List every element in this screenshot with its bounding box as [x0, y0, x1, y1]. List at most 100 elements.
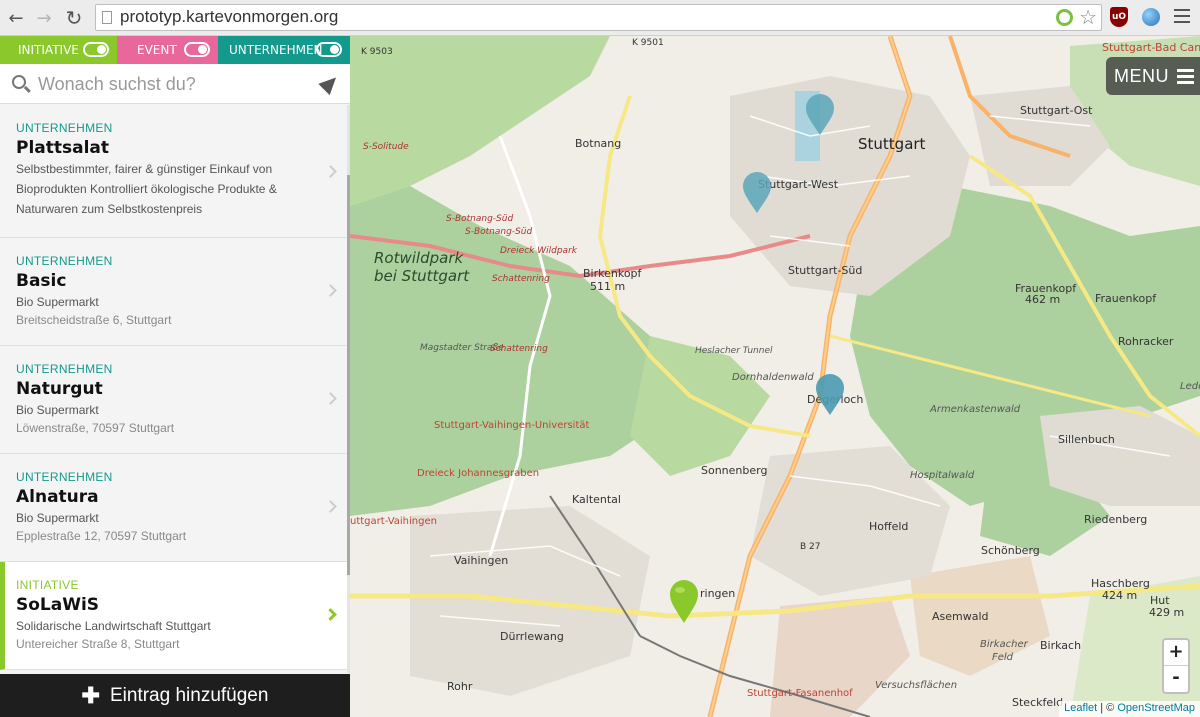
entry-description: Selbstbestimmter, fairer & günstiger Ein… [16, 162, 277, 216]
add-entry-label: Eintrag hinzufügen [109, 684, 269, 706]
map-label: Birkach [1040, 639, 1082, 652]
map-label: K 9501 [632, 38, 664, 48]
list-item[interactable]: UNTERNEHMEN Naturgut Bio Supermarkt Löwe… [0, 346, 347, 454]
map-label: Versuchsflächen [875, 680, 958, 691]
map-label: Steckfeld [1012, 696, 1064, 709]
entry-address: Epplestraße 12, 70597 Stuttgart [16, 529, 187, 543]
entry-description: Bio Supermarkt [16, 403, 99, 417]
list-item[interactable]: UNTERNEHMEN Plattsalat Selbstbestimmter,… [0, 105, 347, 238]
map-label: 424 m [1102, 589, 1138, 602]
entry-description: Bio Supermarkt [16, 295, 99, 309]
filter-event-label: EVENT [137, 43, 177, 57]
map-label: Dornhaldenwald [732, 372, 814, 383]
entry-category: UNTERNEHMEN [16, 254, 113, 268]
map-label: S-Botnang-Süd [446, 214, 514, 224]
map-label: Vaihingen [454, 554, 509, 567]
list-item-selected[interactable]: INITIATIVE SoLaWiS Solidarische Landwirt… [0, 562, 347, 670]
map-label: Feld [992, 652, 1014, 663]
map-label: Birkacher [980, 639, 1028, 650]
map-label: Stuttgart [858, 135, 926, 153]
entry-name: Basic [16, 271, 67, 291]
map-marker-initiative[interactable] [669, 580, 699, 624]
map-label: Dreieck Wildpark [500, 246, 577, 256]
map-marker-unternehmen[interactable] [815, 374, 845, 416]
map-label: Stuttgart-Süd [788, 264, 863, 277]
map-label: K 9503 [361, 47, 393, 57]
entry-address: Untereicher Straße 8, Stuttgart [16, 637, 180, 651]
ublock-icon[interactable]: uO [1110, 7, 1128, 27]
plus-icon: ✚ [81, 682, 100, 708]
filter-unternehmen[interactable]: UNTERNEHMEN [218, 36, 350, 64]
search-input[interactable] [38, 71, 308, 97]
map-label: Kaltental [572, 493, 621, 506]
entry-name: Alnatura [16, 487, 99, 507]
attribution-separator: | © [1097, 702, 1118, 714]
menu-label: MENU [1114, 65, 1169, 86]
map-label: Stuttgart-Ost [1020, 104, 1093, 117]
map-label: S-Solitude [363, 142, 409, 152]
map-label: B 27 [800, 542, 821, 552]
map-label: 462 m [1025, 293, 1061, 306]
zoom-out-button[interactable]: - [1164, 666, 1188, 692]
filter-event-toggle[interactable] [184, 42, 210, 57]
filter-unternehmen-toggle[interactable] [316, 42, 342, 57]
page-icon [102, 11, 112, 24]
map-label: Armenkastenwald [930, 404, 1021, 415]
entry-address: Breitscheidstraße 6, Stuttgart [16, 313, 172, 327]
forward-arrow-icon[interactable]: → [32, 0, 56, 36]
results-list: UNTERNEHMEN Plattsalat Selbstbestimmter,… [0, 105, 347, 673]
map-label: Rotwildpark [374, 249, 464, 267]
list-item[interactable]: UNTERNEHMEN Basic Bio Supermarkt Breitsc… [0, 238, 347, 346]
browser-menu-icon[interactable] [1174, 9, 1190, 25]
entry-name: Plattsalat [16, 138, 110, 158]
reload-icon[interactable]: ↻ [62, 0, 86, 36]
map-label: Hospitalwald [910, 470, 975, 481]
map-label: S-Botnang-Süd [465, 227, 533, 237]
map-label: Botnang [575, 137, 622, 150]
filter-initiative-toggle[interactable] [83, 42, 109, 57]
address-bar[interactable]: prototyp.kartevonmorgen.org ☆ [95, 4, 1102, 31]
filter-event[interactable]: EVENT [117, 36, 218, 64]
map-label: Frauenkopf [1095, 292, 1157, 305]
map-label: Heslacher Tunnel [695, 346, 773, 356]
map-label: Stuttgart-Vaihingen-Universität [434, 420, 590, 431]
filter-initiative[interactable]: INITIATIVE [0, 36, 117, 64]
bookmark-star-icon[interactable]: ☆ [1079, 5, 1097, 29]
entry-name: SoLaWiS [16, 595, 100, 615]
map-label: 429 m [1149, 606, 1185, 619]
osm-link[interactable]: OpenStreetMap [1117, 702, 1195, 714]
map-marker-unternehmen[interactable] [742, 172, 772, 214]
entry-description: Bio Supermarkt [16, 511, 99, 525]
map-label: Ledert [1180, 381, 1200, 392]
map-label: Dreieck Johannesgraben [417, 468, 540, 479]
category-filters: INITIATIVE EVENT UNTERNEHMEN [0, 36, 350, 64]
map-label: Schattenring [492, 274, 550, 284]
map-marker-unternehmen[interactable] [805, 94, 835, 136]
map-label: Schattenring [490, 344, 548, 354]
locate-arrow-icon[interactable] [318, 71, 342, 96]
url-text[interactable]: prototyp.kartevonmorgen.org [120, 7, 338, 27]
map-label: uttgart-Vaihingen [350, 516, 437, 527]
browser-toolbar: ← → ↻ prototyp.kartevonmorgen.org ☆ uO [0, 0, 1200, 36]
filter-initiative-label: INITIATIVE [18, 43, 79, 57]
extension-icon[interactable] [1056, 9, 1073, 26]
map-label: Asemwald [932, 610, 989, 623]
zoom-in-button[interactable]: + [1164, 640, 1188, 666]
chevron-right-icon [324, 165, 337, 178]
add-entry-button[interactable]: ✚ Eintrag hinzufügen [0, 674, 350, 717]
filter-unternehmen-label: UNTERNEHMEN [229, 43, 323, 57]
list-item[interactable]: UNTERNEHMEN Alnatura Bio Supermarkt Eppl… [0, 454, 347, 562]
entry-category: UNTERNEHMEN [16, 470, 113, 484]
search-bar [0, 64, 350, 104]
back-arrow-icon[interactable]: ← [4, 0, 28, 36]
map-label: bei Stuttgart [374, 267, 470, 285]
globe-icon[interactable] [1142, 8, 1160, 26]
map-label: Schönberg [981, 544, 1040, 557]
sidebar: INITIATIVE EVENT UNTERNEHMEN UNTERNEHMEN… [0, 36, 350, 717]
map-label: ringen [700, 587, 736, 600]
menu-button[interactable]: MENU [1106, 57, 1200, 95]
map-label: Stuttgart-Bad Cannstatt [1102, 41, 1200, 54]
leaflet-link[interactable]: Leaflet [1064, 702, 1097, 714]
map-label: Hoffeld [869, 520, 909, 533]
map[interactable]: K 9503 K 9501 Stuttgart-Bad Cannstatt St… [350, 36, 1200, 717]
